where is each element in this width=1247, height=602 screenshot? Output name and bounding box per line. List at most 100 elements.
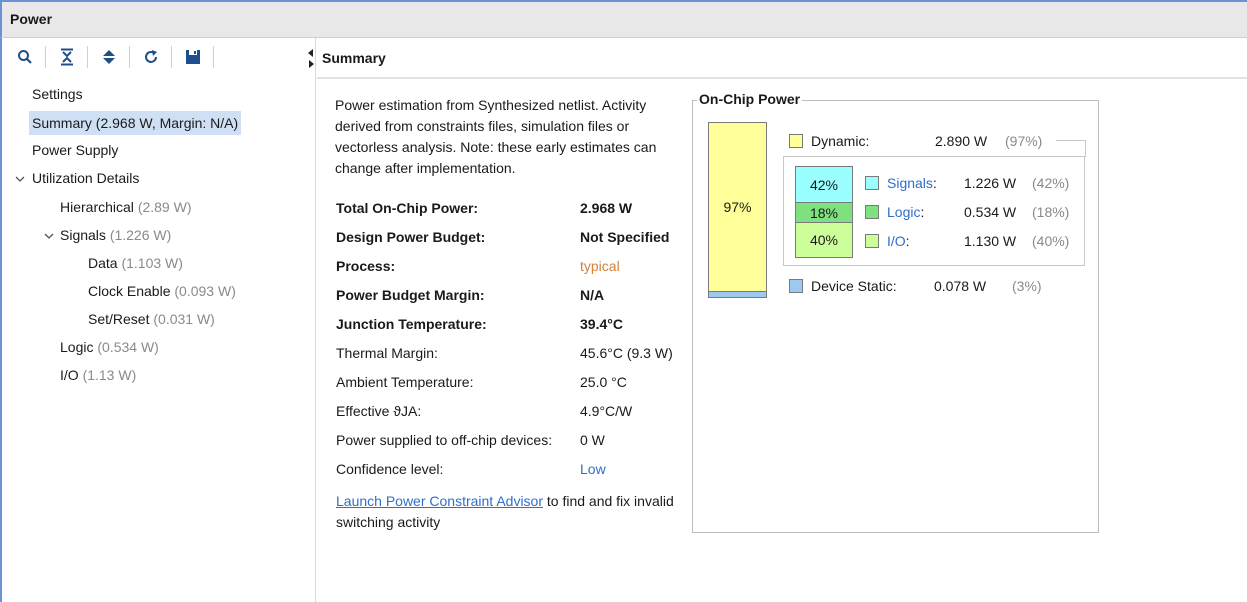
tree-item-power-supply[interactable]: Power Supply [32,138,118,162]
dynamic-swatch [789,134,803,148]
property-key: Design Power Budget: [336,229,486,245]
tree-item-label: Data [88,255,118,271]
summary-title: Summary [322,50,386,66]
chevron-down-icon[interactable] [14,173,26,185]
on-chip-power-title: On-Chip Power [697,91,803,107]
tree-item-value: (1.103 W) [121,255,183,271]
tree-item-set-reset[interactable]: Set/Reset (0.031 W) [88,307,215,331]
toolbar-separator [45,46,46,68]
toolbar-separator [129,46,130,68]
power-window-titlebar: Power [0,0,1247,38]
io-swatch [865,234,879,248]
left-pane: Settings Summary (2.968 W, Margin: N/A) … [0,38,316,602]
collapse-all-button[interactable] [55,45,79,69]
logic-link[interactable]: Logic [887,204,920,220]
property-row: Process: typical [336,255,686,277]
toolbar-separator [171,46,172,68]
save-button[interactable] [181,45,205,69]
tree-item-label: I/O [60,367,79,383]
confidence-level-link[interactable]: Low [580,458,606,480]
power-constraint-advisor-link[interactable]: Launch Power Constraint Advisor [336,493,543,509]
property-row: Confidence level: Low [336,458,686,480]
search-icon [18,50,32,64]
tree-item-value: (0.534 W) [97,339,159,355]
tree-item-label: Set/Reset [88,311,150,327]
chevron-down-icon[interactable] [43,230,55,242]
on-chip-power-panel: On-Chip Power 97% Dynamic: 2.890 W (97%)… [692,91,1099,533]
property-key: Total On-Chip Power: [336,200,479,216]
toolbar-separator [213,46,214,68]
collapse-all-icon [61,48,73,66]
property-row: Junction Temperature: 39.4°C [336,313,686,335]
signals-link[interactable]: Signals [887,175,933,191]
signals-colon: : [932,175,937,191]
io-bar-segment: 40% [796,223,852,257]
logic-value: 0.534 W [964,204,1017,220]
tree-item-value: (0.031 W) [153,311,215,327]
property-row: Effective ϑJA: 4.9°C/W [336,400,686,422]
save-icon [186,50,200,64]
logic-percent: (18%) [1032,204,1070,220]
io-value: 1.130 W [964,233,1017,249]
property-value: N/A [580,287,605,303]
tree-item-data[interactable]: Data (1.103 W) [88,251,183,275]
property-key: Power Budget Margin: [336,287,485,303]
signals-swatch [865,176,879,190]
property-row: Ambient Temperature: 25.0 °C [336,371,686,393]
refresh-button[interactable] [139,45,163,69]
property-key: Power supplied to off-chip devices: [336,432,553,448]
property-row: Total On-Chip Power: 2.968 W [336,197,686,219]
dynamic-value: 2.890 W [935,133,988,149]
property-key: Effective ϑJA: [336,403,422,419]
tree-item-hierarchical[interactable]: Hierarchical (2.89 W) [60,195,192,219]
io-colon: : [905,233,910,249]
signals-bar-segment: 42% [796,167,852,203]
refresh-icon [145,50,157,63]
tree-item-value: (2.89 W) [137,199,192,215]
io-entry: I/O: [887,233,910,249]
tree-item-utilization-details[interactable]: Utilization Details [32,166,139,190]
tree-item-value: (1.13 W) [82,367,137,383]
signals-value: 1.226 W [964,175,1017,191]
logic-swatch [865,205,879,219]
signals-entry: Signals: [887,175,937,191]
static-bar-segment [709,291,766,297]
toolbar-separator [87,46,88,68]
tree-item-label: Logic [60,339,94,355]
property-row: Power supplied to off-chip devices: 0 W [336,429,686,451]
tree-item-label: Hierarchical [60,199,134,215]
summary-description: Power estimation from Synthesized netlis… [335,97,657,176]
dynamic-bar-label: 97% [723,199,752,215]
tree-item-value: (0.093 W) [174,283,236,299]
tree-item-io[interactable]: I/O (1.13 W) [60,363,136,387]
dynamic-group-connector [1056,140,1086,157]
tree-item-value: (1.226 W) [109,227,172,243]
tree-item-settings[interactable]: Settings [32,82,83,106]
tree-item-label: Signals [60,227,106,243]
search-button[interactable] [13,45,37,69]
property-key: Ambient Temperature: [336,374,474,390]
io-link[interactable]: I/O [887,233,906,249]
tree-item-label: Clock Enable [88,283,171,299]
device-static-value: 0.078 W [934,278,987,294]
device-static-percent: (3%) [1012,278,1042,294]
summary-pane: Summary Power estimation from Synthesize… [317,38,1247,602]
collapse-pane-icon [308,49,314,68]
tree-item-logic[interactable]: Logic (0.534 W) [60,335,159,359]
dynamic-percent: (97%) [1005,133,1043,149]
property-key: Process: [336,258,396,274]
logic-colon: : [920,204,925,220]
device-static-swatch [789,279,803,293]
signals-percent: (42%) [1032,175,1070,191]
process-value-link[interactable]: typical [580,255,620,277]
expand-all-button[interactable] [97,45,121,69]
pane-toggle[interactable] [307,47,317,69]
tree-item-clock-enable[interactable]: Clock Enable (0.093 W) [88,279,236,303]
summary-header: Summary [317,38,1247,79]
property-value: 0 W [580,432,605,448]
expand-all-icon [103,50,115,64]
property-value: 2.968 W [580,200,633,216]
property-row: Power Budget Margin: N/A [336,284,686,306]
tree-item-signals[interactable]: Signals (1.226 W) [60,223,171,247]
tree-item-summary[interactable]: Summary (2.968 W, Margin: N/A) [29,111,242,135]
